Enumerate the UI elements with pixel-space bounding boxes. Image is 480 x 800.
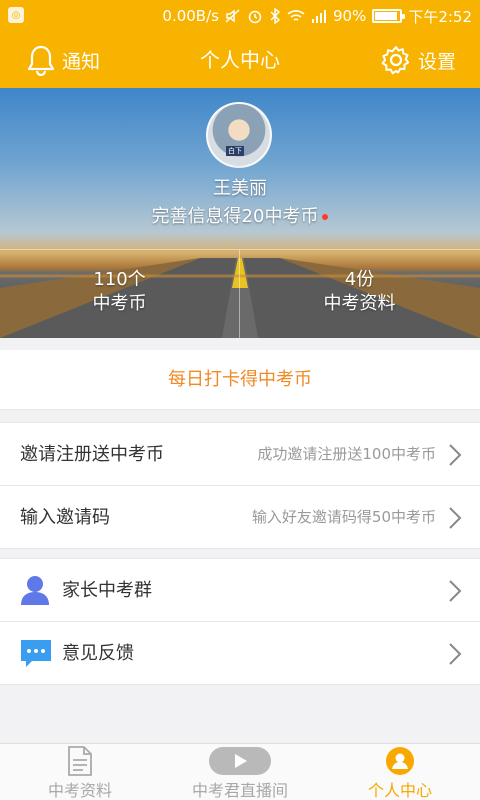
nav-live[interactable]: 中考君直播间 — [160, 744, 320, 800]
bell-icon — [27, 45, 55, 76]
play-icon — [209, 747, 271, 775]
complete-info-prompt[interactable]: 完善信息得20中考币 — [0, 202, 480, 228]
invite-register-row[interactable]: 邀请注册送中考币 成功邀请注册送100中考币 — [0, 423, 480, 486]
nav-materials-label: 中考资料 — [47, 781, 112, 800]
profile-banner: 白下 王美丽 完善信息得20中考币 110个 中考币 4份 中考资料 — [0, 88, 480, 338]
battery-icon — [372, 9, 406, 23]
gear-icon — [381, 46, 410, 75]
feedback-row[interactable]: 意见反馈 — [0, 622, 480, 685]
materials-label: 中考资料 — [323, 293, 396, 314]
feedback-icon — [21, 640, 51, 667]
user-icon — [386, 747, 414, 775]
stats-divider — [0, 249, 480, 250]
nav-profile-label: 个人中心 — [367, 781, 432, 800]
settings-label: 设置 — [417, 50, 456, 73]
misc-section: 家长中考群 意见反馈 — [0, 558, 480, 685]
app-header: 通知 个人中心 设置 — [0, 32, 480, 88]
status-bar: ◎ 0.00B/s 90% 下午2:52 — [0, 0, 480, 32]
feedback-label: 意见反馈 — [62, 643, 134, 664]
nav-materials[interactable]: 中考资料 — [0, 744, 160, 800]
avatar[interactable]: 白下 — [206, 102, 272, 168]
avatar-caption: 白下 — [226, 146, 244, 156]
invite-code-row[interactable]: 输入邀请码 输入好友邀请码得50中考币 — [0, 486, 480, 549]
chevron-right-icon — [449, 643, 462, 665]
notify-button[interactable]: 通知 — [26, 42, 100, 78]
materials-stat[interactable]: 4份 中考资料 — [240, 268, 479, 316]
invite-register-desc: 成功邀请注册送100中考币 — [257, 445, 436, 463]
nav-profile[interactable]: 个人中心 — [320, 744, 480, 800]
nav-live-label: 中考君直播间 — [191, 781, 288, 800]
chevron-right-icon — [449, 507, 462, 529]
chevron-right-icon — [449, 444, 462, 466]
chevron-right-icon — [449, 580, 462, 602]
alarm-icon — [248, 10, 262, 24]
invite-code-label: 输入邀请码 — [20, 507, 110, 528]
materials-value: 4份 — [344, 269, 375, 290]
red-dot-badge — [322, 214, 329, 220]
parent-group-icon — [21, 576, 49, 605]
notify-label: 通知 — [62, 50, 101, 73]
invite-section: 邀请注册送中考币 成功邀请注册送100中考币 输入邀请码 输入好友邀请码得50中… — [0, 422, 480, 549]
bottom-nav: 中考资料 中考君直播间 个人中心 — [0, 743, 480, 800]
daily-checkin-button[interactable]: 每日打卡得中考币 — [0, 350, 480, 410]
parent-group-label: 家长中考群 — [62, 580, 152, 601]
invite-code-desc: 输入好友邀请码得50中考币 — [251, 508, 436, 526]
notification-app-icon: ◎ — [8, 7, 24, 23]
parent-group-row[interactable]: 家长中考群 — [0, 559, 480, 622]
coins-value: 110个 — [93, 269, 146, 290]
mute-icon — [225, 9, 240, 23]
settings-button[interactable]: 设置 — [380, 42, 456, 78]
user-name: 王美丽 — [213, 178, 267, 199]
complete-info-text: 完善信息得20中考币 — [151, 206, 319, 227]
wifi-icon — [287, 10, 305, 21]
network-speed: 0.00B/s — [162, 7, 219, 25]
coins-stat[interactable]: 110个 中考币 — [0, 268, 239, 316]
coins-label: 中考币 — [92, 293, 147, 314]
status-indicators: 0.00B/s 90% 下午2:52 — [162, 0, 472, 32]
signal-icon — [311, 10, 326, 23]
document-icon — [68, 746, 92, 776]
invite-register-label: 邀请注册送中考币 — [20, 444, 164, 465]
battery-percent: 90% — [332, 7, 367, 25]
bluetooth-icon — [270, 8, 281, 24]
clock: 下午2:52 — [408, 7, 472, 26]
